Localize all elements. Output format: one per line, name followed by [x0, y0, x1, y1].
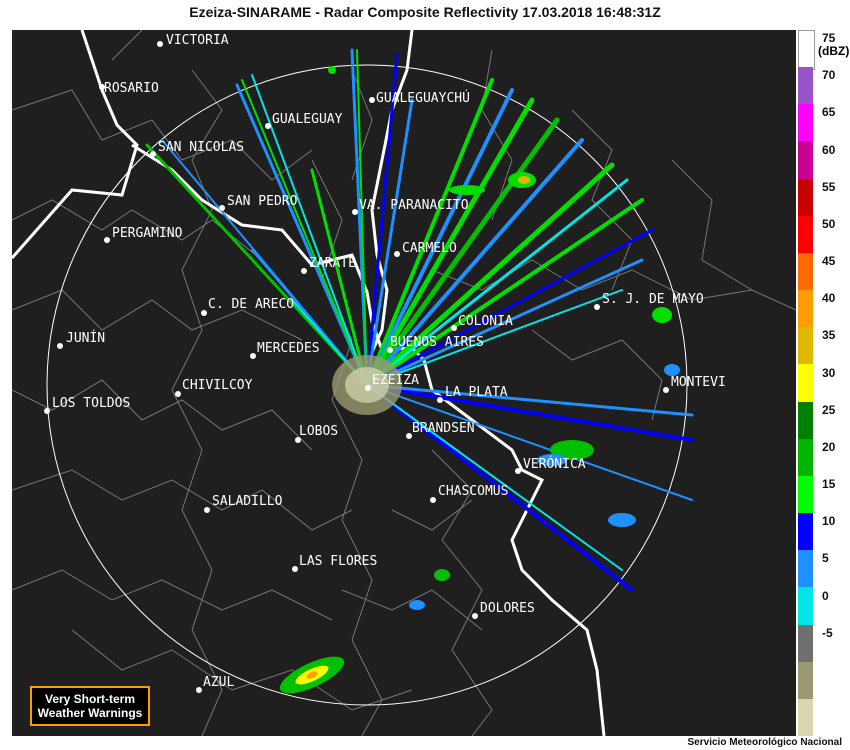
- scale-segment: [798, 624, 813, 663]
- city-label-chivilcoy: CHIVILCOY: [182, 378, 253, 393]
- scale-segment: [798, 401, 813, 440]
- scale-tick-label: 55: [822, 179, 836, 194]
- scale-segment: [798, 513, 813, 551]
- scale-tick-label: 15: [822, 477, 836, 492]
- city-label-gualeguay: GUALEGUAY: [272, 112, 343, 127]
- scale-tick-label: -5: [822, 625, 833, 640]
- scale-tick-label: 25: [822, 402, 836, 417]
- map-canvas: VICTORIA ROSARIO GUALEGUAYCHÚ GUALEGUAY …: [12, 30, 796, 736]
- scale-segment: [798, 290, 813, 328]
- scale-tick-label: 75: [822, 31, 836, 46]
- city-label-s-j-de-mayo: S. J. DE MAYO: [602, 292, 704, 307]
- city-label-c-de-areco: C. DE ARECO: [208, 297, 294, 312]
- scale-tick-label: 45: [822, 254, 836, 269]
- scale-segment: [798, 252, 813, 291]
- scale-segment: [798, 67, 813, 105]
- scale-segment: [798, 550, 813, 588]
- city-label-ezeiza: EZEIZA: [372, 373, 419, 388]
- city-label-san-nicolas: SAN NICOLAS: [158, 140, 244, 155]
- city-label-chascomus: CHASCOMUS: [438, 484, 508, 499]
- warning-button-line2: Weather Warnings: [37, 706, 143, 720]
- scale-tick-label: 10: [822, 514, 836, 529]
- city-label-victoria: VICTORIA: [166, 33, 229, 48]
- scale-segment: [798, 475, 813, 514]
- footer-credit: Servicio Meteorológico Nacional: [687, 737, 842, 748]
- scale-segment: [798, 141, 813, 180]
- city-label-lobos: LOBOS: [299, 424, 338, 439]
- scale-tick-label: 35: [822, 328, 836, 343]
- scale-tick-label: 50: [822, 216, 836, 231]
- city-label-montevideo: MONTEVI: [671, 375, 726, 390]
- city-label-mercedes: MERCEDES: [257, 341, 320, 356]
- city-label-gualeguaychu: GUALEGUAYCHÚ: [376, 90, 470, 106]
- country-border: [12, 30, 606, 736]
- scale-segment: [798, 587, 813, 626]
- scale-segment: [798, 698, 813, 737]
- scale-tick-label: 5: [822, 551, 829, 566]
- scale-tick-label: 70: [822, 68, 836, 83]
- scale-segment: [798, 661, 813, 700]
- scale-segment: [798, 364, 813, 403]
- scale-tick-label: 0: [822, 588, 829, 603]
- dbz-color-scale: [798, 30, 815, 737]
- page-title: Ezeiza-SINARAME - Radar Composite Reflec…: [189, 4, 661, 20]
- city-label-las-flores: LAS FLORES: [299, 554, 377, 569]
- city-label-zarate: ZARATE: [309, 256, 356, 271]
- weather-warnings-button[interactable]: Very Short-term Weather Warnings: [30, 686, 150, 726]
- city-label-veronica: VERÓNICA: [523, 456, 586, 472]
- scale-segment: [798, 215, 813, 254]
- scale-segment: [798, 438, 813, 477]
- scale-segment: [798, 327, 813, 365]
- city-label-azul: AZUL: [203, 675, 234, 690]
- city-label-la-plata: LA PLATA: [445, 385, 508, 400]
- scale-segment: [798, 104, 813, 142]
- city-label-buenos-aires: BUENOS AIRES: [390, 335, 484, 350]
- city-label-carmelo: CARMELO: [402, 241, 457, 256]
- scale-tick-label: 30: [822, 365, 836, 380]
- city-label-pergamino: PERGAMINO: [112, 226, 183, 241]
- scale-tick-label: 40: [822, 291, 836, 306]
- city-label-saladillo: SALADILLO: [212, 494, 283, 509]
- dbz-unit-label: (dBZ): [818, 44, 850, 58]
- city-label-va-paranacito: VA. PARANACITO: [359, 198, 469, 213]
- city-label-dolores: DOLORES: [480, 601, 535, 616]
- scale-segment: [798, 178, 813, 217]
- city-label-rosario: ROSARIO: [104, 81, 159, 96]
- radar-echoes: [145, 48, 694, 592]
- city-label-san-pedro: SAN PEDRO: [227, 194, 298, 209]
- radar-map[interactable]: VICTORIA ROSARIO GUALEGUAYCHÚ GUALEGUAY …: [12, 30, 796, 736]
- scale-tick-label: 20: [822, 439, 836, 454]
- scale-tick-label: 65: [822, 105, 836, 120]
- city-label-los-toldos: LOS TOLDOS: [52, 396, 130, 411]
- city-label-colonia: COLONIA: [458, 314, 513, 329]
- warning-button-line1: Very Short-term: [44, 692, 136, 706]
- scale-tick-label: 60: [822, 142, 836, 157]
- city-label-junin: JUNÍN: [66, 330, 105, 346]
- scale-segment: [798, 30, 815, 70]
- city-label-brandsen: BRANDSEN: [412, 421, 475, 436]
